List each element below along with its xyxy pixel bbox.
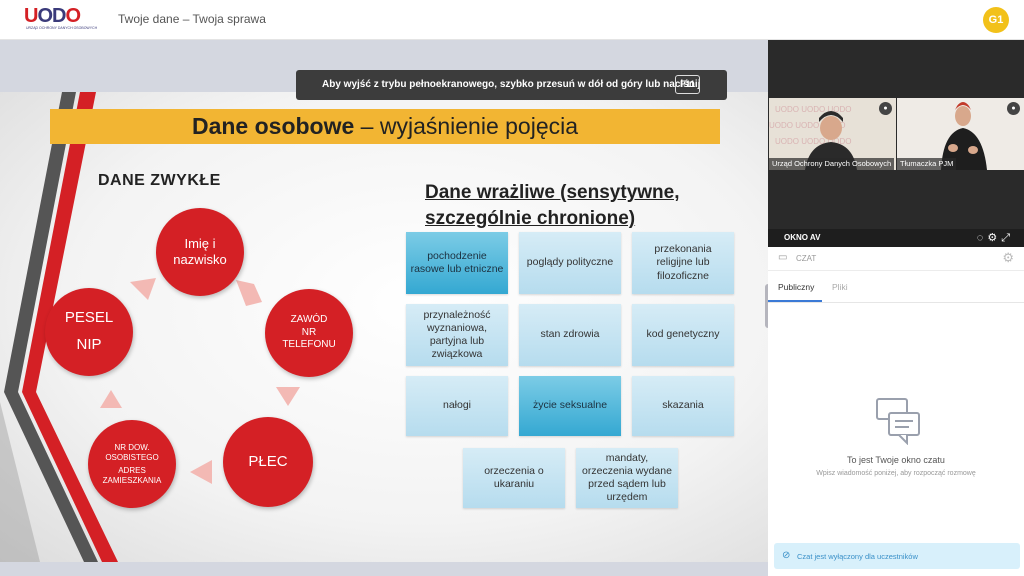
box-kod-genetyczny: kod genetyczny xyxy=(632,304,734,366)
empty-chat-title: To jest Twoje okno czatu xyxy=(847,455,945,465)
tile-label-uodo: Urząd Ochrony Danych Osobowych xyxy=(769,158,895,170)
fullscreen-icon[interactable]: ⤢ xyxy=(1001,232,1014,244)
chat-header: ▭ CZAT ⚙ xyxy=(768,247,1024,271)
box-poglady: poglądy polityczne xyxy=(519,232,621,294)
chat-bubble-icon[interactable]: ◌ xyxy=(977,232,988,244)
tab-public[interactable]: Publiczny xyxy=(778,282,814,292)
f11-key-badge: F11 xyxy=(675,75,701,94)
video-area: UODO UODO UODO UODO UODO UODO UODO UODO … xyxy=(768,40,1024,247)
video-tile-uodo[interactable]: UODO UODO UODO UODO UODO UODO UODO UODO … xyxy=(769,98,896,170)
logo-subtitle: URZĄD OCHRONY DANYCH OSOBOWYCH xyxy=(26,26,98,30)
presentation-slide: Dane osobowe – wyjaśnienie pojęcia DANE … xyxy=(0,92,768,562)
chat-header-label: CZAT xyxy=(796,254,817,263)
chat-disabled-text: Czat jest wyłączony dla uczestników xyxy=(797,552,918,561)
box-skazania: skazania xyxy=(632,376,734,436)
box-zycie-seksualne: życie seksualne xyxy=(519,376,621,436)
empty-chat-subtitle: Wpisz wiadomość poniżej, aby rozpocząć r… xyxy=(816,470,976,477)
blocked-icon: ⊘ xyxy=(782,550,791,561)
circle-plec: PŁEC xyxy=(223,417,313,507)
circle-pesel-nip: PESEL NIP xyxy=(45,288,133,376)
chat-settings-gear-icon[interactable]: ⚙ xyxy=(1002,250,1014,266)
chat-tabs: Publiczny Pliki xyxy=(768,271,1024,303)
presentation-stage: Dane osobowe – wyjaśnienie pojęcia DANE … xyxy=(0,40,768,576)
box-stan-zdrowia: stan zdrowia xyxy=(519,304,621,366)
chat-disabled-notice: ⊘ Czat jest wyłączony dla uczestników xyxy=(774,543,1020,569)
box-orzeczenia: orzeczenia o ukaraniu xyxy=(463,448,565,508)
av-window-label: OKNO AV xyxy=(784,233,821,242)
box-pochodzenie: pochodzenie rasowe lub etniczne xyxy=(406,232,508,294)
fullscreen-banner: Aby wyjść z trybu pełnoekranowego, szybk… xyxy=(296,70,727,100)
pin-icon[interactable]: ● xyxy=(879,102,892,115)
tab-files[interactable]: Pliki xyxy=(832,282,848,292)
top-bar: UODO URZĄD OCHRONY DANYCH OSOBOWYCH Twoj… xyxy=(0,0,1024,40)
circle-imie-nazwisko: Imię i nazwisko xyxy=(156,208,244,296)
box-przynaleznosc: przynależność wyznaniowa, partyjna lub z… xyxy=(406,304,508,366)
pin-icon[interactable]: ● xyxy=(1007,102,1020,115)
box-nalogi: nałogi xyxy=(406,376,508,436)
user-avatar[interactable]: G1 xyxy=(983,7,1009,33)
page-title: Twoje dane – Twoja sprawa xyxy=(118,12,266,26)
empty-chat-icon xyxy=(876,398,920,445)
uodo-logo: UODO URZĄD OCHRONY DANYCH OSOBOWYCH xyxy=(24,5,97,34)
tile-label-interpreter: Tłumaczka PJM xyxy=(897,158,957,170)
side-panel: UODO UODO UODO UODO UODO UODO UODO UODO … xyxy=(768,40,1024,576)
logo-letters: UODO xyxy=(24,5,81,27)
box-przekonania: przekonania religijne lub filozoficzne xyxy=(632,232,734,294)
gear-icon[interactable]: ⚙ xyxy=(987,232,1001,244)
svg-text:UODO UODO UODO: UODO UODO UODO xyxy=(775,105,851,114)
circle-zawod-telefon: ZAWÓD NR TELEFONU xyxy=(265,289,353,377)
box-mandaty: mandaty, orzeczenia wydane przed sądem l… xyxy=(576,448,678,508)
active-tab-indicator xyxy=(768,300,822,302)
chat-icon: ▭ xyxy=(778,252,788,263)
circle-dowod-adres: NR DOW. OSOBISTEGO ADRES ZAMIESZKANIA xyxy=(88,420,176,508)
video-tile-interpreter[interactable]: ● Tłumaczka PJM xyxy=(897,98,1024,170)
heading-dane-wrazliwe: Dane wrażliwe (sensytywne, szczególnie c… xyxy=(425,182,680,229)
av-window-bar: OKNO AV ◌⚙⤢ xyxy=(768,229,1024,247)
